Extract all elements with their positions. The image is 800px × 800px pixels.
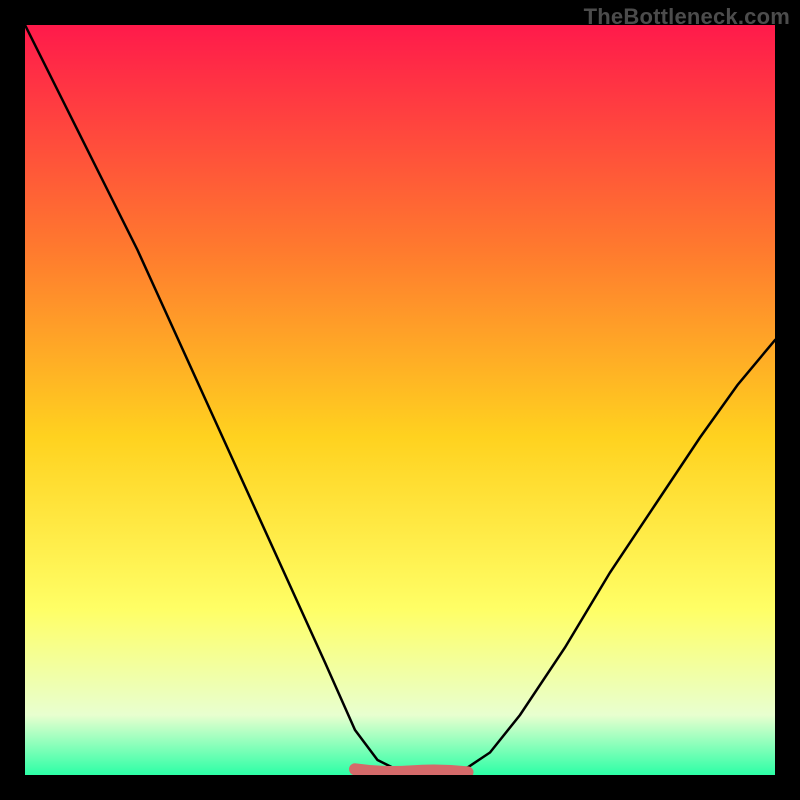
gradient-background [25,25,775,775]
watermark-text: TheBottleneck.com [584,4,790,30]
valley-highlight [355,769,468,772]
plot-area [25,25,775,775]
bottleneck-plot-svg [25,25,775,775]
chart-frame: TheBottleneck.com [0,0,800,800]
